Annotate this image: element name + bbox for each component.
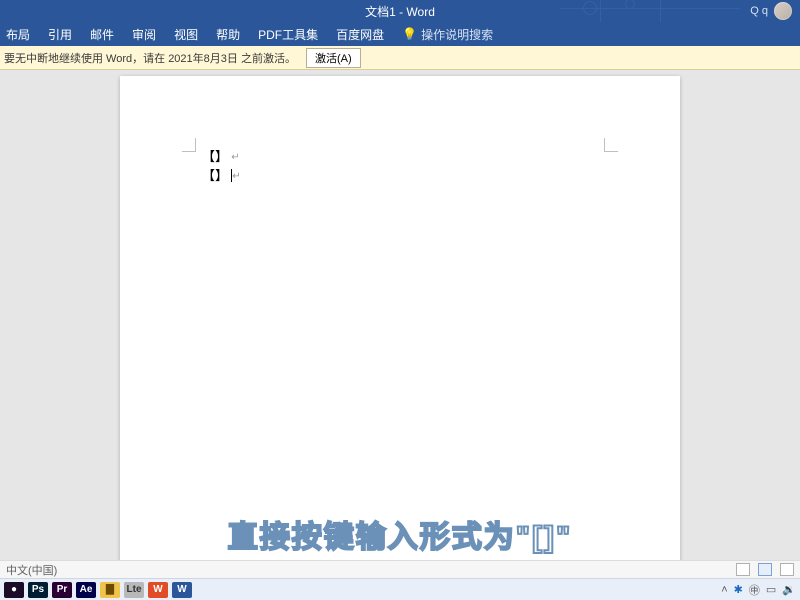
- document-body[interactable]: 【】 ↵ 【】 ↵: [202, 148, 241, 186]
- tray-power-icon[interactable]: ▭: [766, 583, 776, 596]
- paragraph-mark-icon: ↵: [232, 171, 240, 182]
- document-canvas[interactable]: 【】 ↵ 【】 ↵: [0, 70, 800, 560]
- windows-taskbar: ● Ps Pr Ae ▇ Lte W W ˄ ✱ ㊥ ▭ 🔉: [0, 578, 800, 600]
- taskbar-app-ps-dark[interactable]: ●: [4, 582, 24, 598]
- titlebar-right: Q q: [750, 2, 792, 20]
- tray-volume-icon[interactable]: 🔉: [782, 583, 796, 596]
- tab-pdf-tools[interactable]: PDF工具集: [258, 26, 318, 43]
- taskbar-app-wps[interactable]: W: [148, 582, 168, 598]
- paragraph-mark-icon: ↵: [231, 152, 239, 163]
- tray-ime-icon[interactable]: ㊥: [749, 582, 760, 598]
- status-language[interactable]: 中文(中国): [6, 562, 57, 578]
- tab-mailings[interactable]: 邮件: [90, 26, 114, 43]
- document-line-1[interactable]: 【】 ↵: [202, 148, 241, 167]
- tell-me-search[interactable]: 💡 操作说明搜索: [402, 26, 493, 43]
- tab-baidu-pan[interactable]: 百度网盘: [336, 26, 384, 43]
- taskbar-app-lte[interactable]: Lte: [124, 582, 144, 598]
- view-web-layout[interactable]: [780, 563, 794, 576]
- activation-notice-bar: 要无中断地继续使用 Word，请在 2021年8月3日 之前激活。 激活(A): [0, 46, 800, 70]
- tab-help[interactable]: 帮助: [216, 26, 240, 43]
- margin-corner-tr: [604, 138, 618, 152]
- view-print-layout[interactable]: [758, 563, 772, 576]
- title-bar: 文档1 - Word Q q: [0, 0, 800, 22]
- system-tray: ˄ ✱ ㊥ ▭ 🔉: [721, 582, 796, 598]
- user-avatar[interactable]: [774, 2, 792, 20]
- status-bar: 中文(中国): [0, 560, 800, 578]
- taskbar-app-pr[interactable]: Pr: [52, 582, 72, 598]
- margin-corner-tl: [182, 138, 196, 152]
- document-line-2[interactable]: 【】 ↵: [202, 167, 241, 186]
- tab-layout[interactable]: 布局: [6, 26, 30, 43]
- tab-references[interactable]: 引用: [48, 26, 72, 43]
- tell-me-placeholder: 操作说明搜索: [421, 26, 493, 43]
- tab-view[interactable]: 视图: [174, 26, 198, 43]
- ribbon-tabs: 布局 引用 邮件 审阅 视图 帮助 PDF工具集 百度网盘 💡 操作说明搜索: [0, 22, 800, 46]
- activate-button[interactable]: 激活(A): [306, 48, 361, 68]
- taskbar-app-ps[interactable]: Ps: [28, 582, 48, 598]
- taskbar-app-explorer[interactable]: ▇: [100, 582, 120, 598]
- titlebar-decoration: [560, 0, 740, 22]
- document-page[interactable]: 【】 ↵ 【】 ↵: [120, 76, 680, 560]
- taskbar-app-ae[interactable]: Ae: [76, 582, 96, 598]
- taskbar-app-word[interactable]: W: [172, 582, 192, 598]
- window-title: 文档1 - Word: [365, 3, 435, 20]
- user-name: Q q: [750, 5, 768, 17]
- tray-bluetooth-icon[interactable]: ✱: [734, 583, 743, 596]
- lightbulb-icon: 💡: [402, 27, 417, 41]
- view-read-mode[interactable]: [736, 563, 750, 576]
- activation-notice-text: 要无中断地继续使用 Word，请在 2021年8月3日 之前激活。: [4, 50, 296, 66]
- status-view-controls: [736, 563, 794, 576]
- tray-chevron-up-icon[interactable]: ˄: [721, 584, 727, 596]
- tab-review[interactable]: 审阅: [132, 26, 156, 43]
